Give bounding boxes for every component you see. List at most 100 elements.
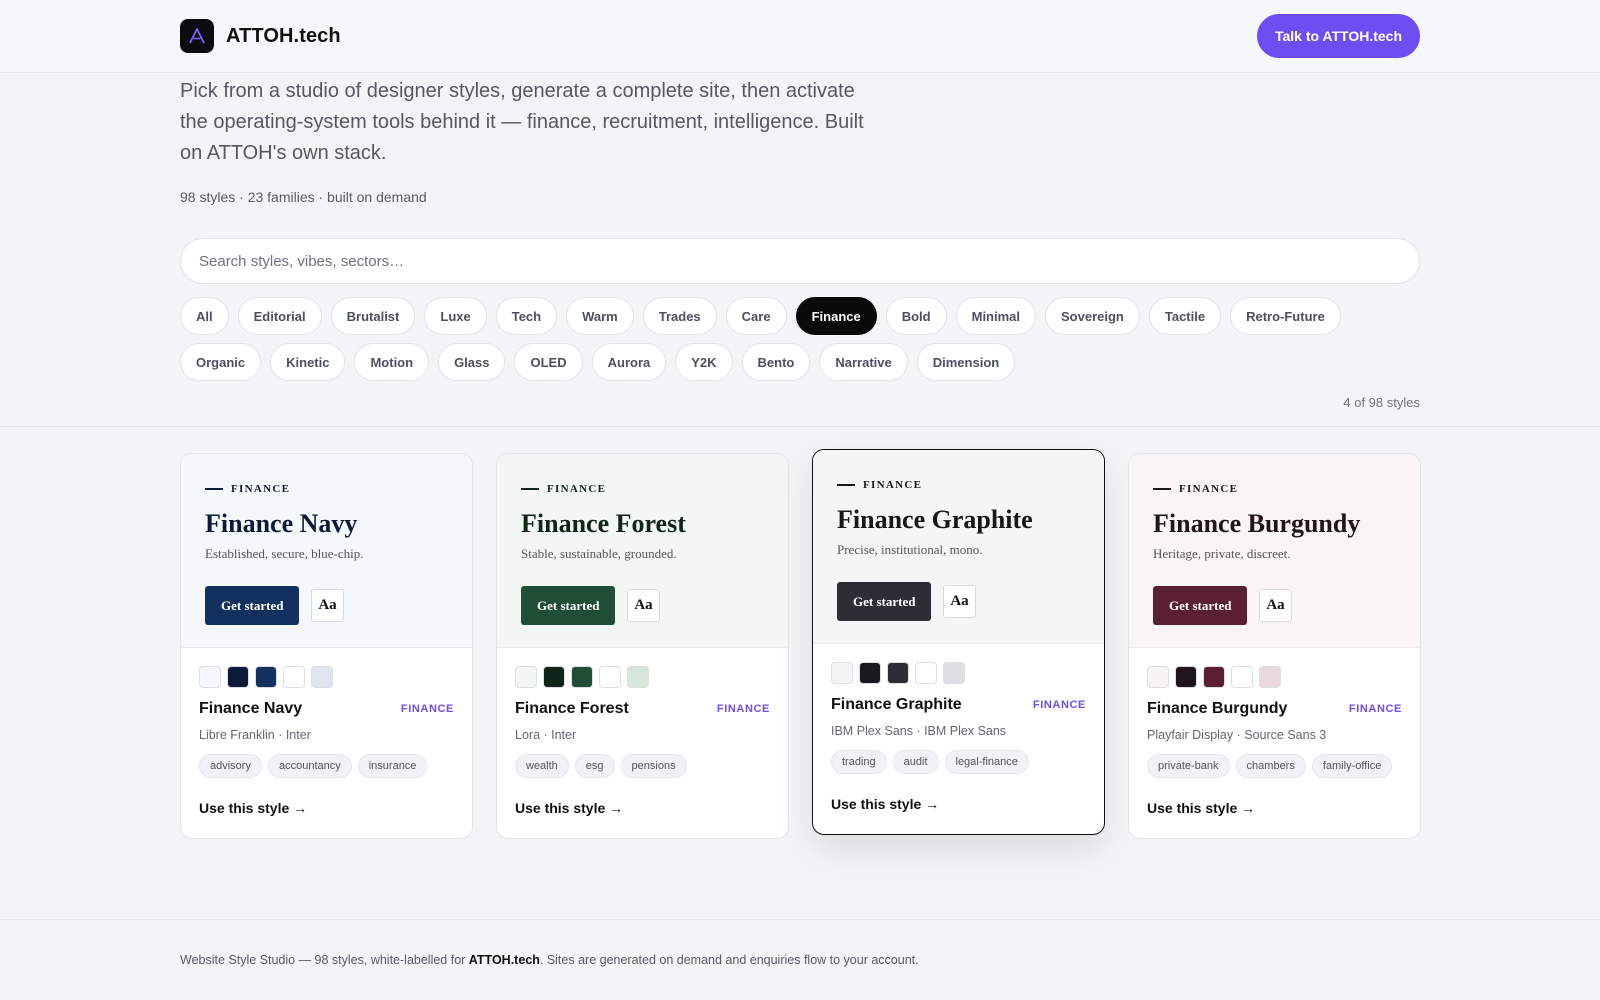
style-name: Finance Burgundy bbox=[1147, 700, 1288, 717]
palette-swatches bbox=[515, 666, 770, 688]
filter-chip-dimension[interactable]: Dimension bbox=[916, 343, 1016, 381]
preview-eyebrow: FINANCE bbox=[521, 483, 606, 495]
filter-chip-bento[interactable]: Bento bbox=[741, 343, 811, 381]
talk-to-button[interactable]: Talk to ATTOH.tech bbox=[1256, 14, 1420, 58]
style-card[interactable]: FINANCE Finance Graphite Precise, instit… bbox=[812, 449, 1105, 835]
style-card[interactable]: FINANCE Finance Navy Established, secure… bbox=[180, 453, 473, 839]
sector-tags: advisory accountancy insurance bbox=[199, 754, 454, 778]
filter-chip-tech[interactable]: Tech bbox=[495, 297, 558, 335]
preview-eyebrow-label: FINANCE bbox=[1179, 483, 1239, 495]
name-row: Finance Forest FINANCE bbox=[515, 700, 770, 718]
name-row: Finance Burgundy FINANCE bbox=[1147, 700, 1402, 718]
filter-chip-retro-future[interactable]: Retro-Future bbox=[1230, 297, 1341, 335]
preview-get-started-button: Get started bbox=[205, 586, 300, 625]
preview-title: Finance Forest bbox=[521, 509, 686, 538]
preview-title: Finance Burgundy bbox=[1153, 509, 1361, 538]
color-swatch bbox=[571, 666, 593, 688]
sector-tag[interactable]: family-office bbox=[1311, 754, 1393, 778]
use-this-style-link[interactable]: Use this style → bbox=[515, 800, 623, 816]
brand[interactable]: ATTOH.tech bbox=[180, 19, 341, 53]
sector-tag[interactable]: pensions bbox=[620, 754, 687, 778]
filter-chip-y2k[interactable]: Y2K bbox=[675, 343, 733, 381]
sector-tag[interactable]: accountancy bbox=[267, 754, 352, 778]
filter-chip-finance[interactable]: Finance bbox=[795, 297, 877, 335]
name-row: Finance Navy FINANCE bbox=[199, 700, 454, 718]
filter-chip-kinetic[interactable]: Kinetic bbox=[270, 343, 346, 381]
use-this-style-link[interactable]: Use this style → bbox=[831, 796, 939, 812]
sector-tag[interactable]: esg bbox=[574, 754, 615, 778]
preview-get-started-button: Get started bbox=[521, 586, 616, 625]
sector-tags: trading audit legal-finance bbox=[831, 750, 1086, 774]
filter-chip-trades[interactable]: Trades bbox=[642, 297, 717, 335]
family-badge: FINANCE bbox=[400, 703, 454, 715]
preview-eyebrow-label: FINANCE bbox=[547, 483, 607, 495]
sector-tag[interactable]: audit bbox=[892, 750, 939, 774]
style-preview: FINANCE Finance Navy Established, secure… bbox=[181, 454, 472, 648]
family-badge: FINANCE bbox=[716, 703, 770, 715]
preview-type-sample: Aa bbox=[943, 585, 976, 618]
filter-chip-tactile[interactable]: Tactile bbox=[1148, 297, 1222, 335]
filter-chip-brutalist[interactable]: Brutalist bbox=[330, 297, 416, 335]
footer-suffix: . Sites are generated on demand and enqu… bbox=[539, 953, 919, 967]
style-card[interactable]: FINANCE Finance Forest Stable, sustainab… bbox=[496, 453, 789, 839]
section-divider bbox=[0, 426, 1600, 427]
sector-tags: wealth esg pensions bbox=[515, 754, 770, 778]
footer-divider bbox=[0, 919, 1600, 920]
use-this-style-link[interactable]: Use this style → bbox=[1147, 800, 1255, 816]
name-row: Finance Graphite FINANCE bbox=[831, 696, 1086, 714]
color-swatch bbox=[1147, 666, 1169, 688]
color-swatch bbox=[1259, 666, 1281, 688]
style-name: Finance Navy bbox=[199, 700, 303, 717]
color-swatch bbox=[599, 666, 621, 688]
filter-chip-bold[interactable]: Bold bbox=[885, 297, 947, 335]
style-info: Finance Forest FINANCE Lora · Inter weal… bbox=[515, 666, 770, 778]
filter-chips: All Editorial Brutalist Luxe Tech Warm Trades C… bbox=[180, 297, 1420, 381]
filter-chip-editorial[interactable]: Editorial bbox=[237, 297, 322, 335]
color-swatch bbox=[859, 662, 881, 684]
eyebrow-dash bbox=[205, 488, 223, 490]
sector-tag[interactable]: advisory bbox=[199, 754, 262, 778]
style-info: Finance Graphite FINANCE IBM Plex Sans ·… bbox=[831, 662, 1086, 774]
preview-tagline: Precise, institutional, mono. bbox=[837, 542, 983, 557]
color-swatch bbox=[831, 662, 853, 684]
preview-type-sample: Aa bbox=[1259, 589, 1292, 622]
footer-prefix: Website Style Studio — 98 styles, white-… bbox=[180, 953, 469, 967]
filter-chip-oled[interactable]: OLED bbox=[514, 343, 583, 381]
sector-tag[interactable]: insurance bbox=[357, 754, 428, 778]
sector-tag[interactable]: legal-finance bbox=[944, 750, 1029, 774]
color-swatch bbox=[255, 666, 277, 688]
filter-chip-care[interactable]: Care bbox=[725, 297, 787, 335]
color-swatch bbox=[543, 666, 565, 688]
family-badge: FINANCE bbox=[1348, 703, 1402, 715]
style-name: Finance Forest bbox=[515, 700, 629, 717]
preview-tagline: Heritage, private, discreet. bbox=[1153, 546, 1291, 561]
filter-chip-aurora[interactable]: Aurora bbox=[591, 343, 667, 381]
hero-description: Pick from a studio of designer styles, g… bbox=[180, 80, 864, 164]
preview-type-sample: Aa bbox=[627, 589, 660, 622]
filter-chip-motion[interactable]: Motion bbox=[354, 343, 430, 381]
filter-chip-glass[interactable]: Glass bbox=[438, 343, 506, 381]
color-swatch bbox=[515, 666, 537, 688]
search-input[interactable] bbox=[180, 238, 1420, 284]
filter-chip-warm[interactable]: Warm bbox=[566, 297, 634, 335]
sector-tag[interactable]: chambers bbox=[1235, 754, 1306, 778]
filter-chip-minimal[interactable]: Minimal bbox=[955, 297, 1037, 335]
filter-chip-sovereign[interactable]: Sovereign bbox=[1045, 297, 1140, 335]
top-header: ATTOH.tech Talk to ATTOH.tech bbox=[0, 0, 1600, 73]
color-swatch bbox=[1175, 666, 1197, 688]
sector-tag[interactable]: wealth bbox=[515, 754, 569, 778]
filter-chip-luxe[interactable]: Luxe bbox=[424, 297, 487, 335]
filter-chip-organic[interactable]: Organic bbox=[180, 343, 262, 381]
preview-eyebrow-label: FINANCE bbox=[231, 483, 291, 495]
sector-tag[interactable]: trading bbox=[831, 750, 887, 774]
filter-chip-narrative[interactable]: Narrative bbox=[819, 343, 908, 381]
style-preview: FINANCE Finance Graphite Precise, instit… bbox=[813, 450, 1104, 644]
sector-tag[interactable]: private-bank bbox=[1147, 754, 1230, 778]
use-this-style-link[interactable]: Use this style → bbox=[199, 800, 307, 816]
filter-chip-all[interactable]: All bbox=[180, 297, 229, 335]
hero: Pick from a studio of designer styles, g… bbox=[180, 76, 880, 205]
style-card[interactable]: FINANCE Finance Burgundy Heritage, priva… bbox=[1128, 453, 1421, 839]
palette-swatches bbox=[1147, 666, 1402, 688]
preview-eyebrow: FINANCE bbox=[205, 483, 290, 495]
color-swatch bbox=[311, 666, 333, 688]
